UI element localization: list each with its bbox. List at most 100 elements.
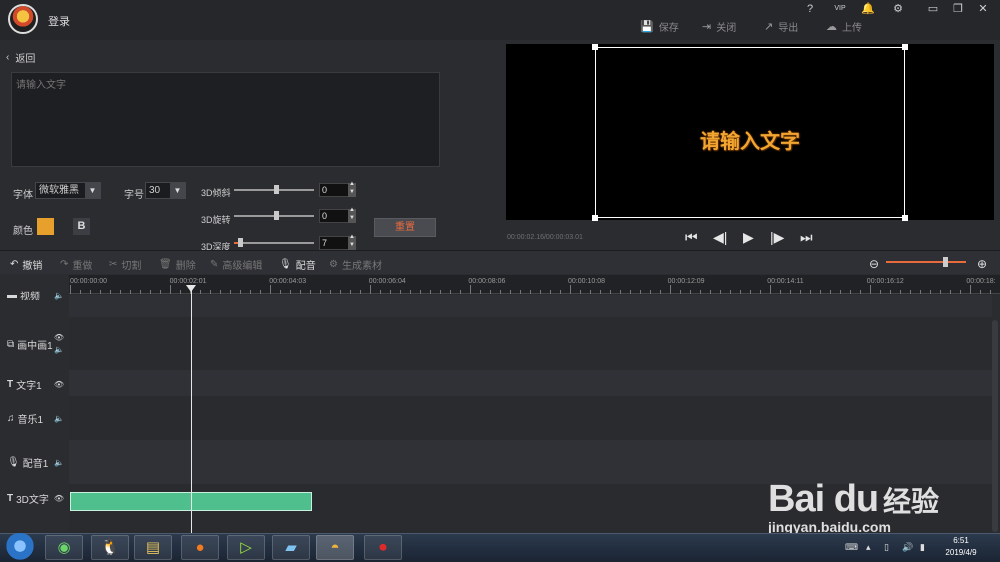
eye-icon[interactable]: 👁 xyxy=(54,494,64,503)
ruler-tick xyxy=(960,290,961,294)
font-label: 字体 xyxy=(13,190,33,201)
skip-end-icon[interactable]: ⏭ xyxy=(800,229,813,246)
gear-icon[interactable]: ⚙ xyxy=(888,2,908,16)
taskbar-app-player-icon[interactable]: ▷ xyxy=(227,535,265,560)
ruler-tick xyxy=(180,290,181,294)
playhead-line[interactable] xyxy=(191,286,192,533)
start-button[interactable] xyxy=(4,533,36,562)
export-button[interactable]: ↗ 导出 xyxy=(764,19,798,34)
taskbar-app-recorder-icon[interactable]: ⏺ xyxy=(364,535,402,560)
save-button[interactable]: 💾 保存 xyxy=(640,19,679,34)
color-swatch[interactable] xyxy=(37,218,54,235)
zoom-slider[interactable] xyxy=(886,261,966,263)
tilt-slider[interactable] xyxy=(234,185,314,194)
depth-value[interactable]: 7 xyxy=(319,236,349,250)
resize-handle[interactable] xyxy=(902,215,908,221)
rotate-slider[interactable] xyxy=(234,211,314,220)
system-clock[interactable]: 6:51 2019/4/9 xyxy=(938,535,984,559)
font-dropdown[interactable]: 微软雅黑 ▼ xyxy=(35,182,101,199)
taskbar-app-360-icon[interactable]: ◉ xyxy=(45,535,83,560)
zoom-in-icon[interactable]: ⊕ xyxy=(977,257,987,271)
ruler-tick xyxy=(390,290,391,294)
ruler-tick xyxy=(660,290,661,294)
restore-icon[interactable]: ❐ xyxy=(948,2,968,16)
rotate-slider-thumb[interactable] xyxy=(274,211,279,220)
zoom-slider-thumb[interactable] xyxy=(943,257,948,267)
ruler-tick-label: 00:00:08:06 xyxy=(468,278,506,285)
close-button[interactable]: ⇥ 关闭 xyxy=(702,19,736,34)
chevron-left-icon: ‹ xyxy=(6,52,10,63)
resize-handle[interactable] xyxy=(902,44,908,50)
ruler-tick xyxy=(270,285,271,294)
minimize-icon[interactable]: ▭ xyxy=(923,2,943,16)
login-link[interactable]: 登录 xyxy=(48,13,70,29)
close-window-icon[interactable]: ✕ xyxy=(973,2,993,16)
step-back-icon[interactable]: ◀| xyxy=(713,229,727,246)
vip-icon[interactable]: VIP xyxy=(830,2,850,16)
upload-icon: ☁ xyxy=(826,20,837,33)
ruler-tick xyxy=(940,290,941,294)
bold-button[interactable]: B xyxy=(73,218,90,235)
ruler-tick xyxy=(730,290,731,294)
taskbar-app-notes-icon[interactable]: ▰ xyxy=(272,535,310,560)
track-row-text[interactable] xyxy=(69,370,992,396)
eye-icon[interactable]: 👁 xyxy=(54,380,64,389)
network-icon[interactable]: ▮ xyxy=(920,542,925,553)
taskbar-app-folder-icon[interactable]: ▤ xyxy=(134,535,172,560)
keyboard-icon[interactable]: ⌨ xyxy=(845,542,858,553)
speaker-icon[interactable]: 🔈 xyxy=(54,345,64,354)
reset-button[interactable]: 重置 xyxy=(374,218,436,237)
rotate-stepper[interactable] xyxy=(348,207,356,223)
track-label-dub: 🎙 配音1 🔈 xyxy=(7,456,64,470)
undo-button[interactable]: ↶ 撤销 xyxy=(10,257,42,272)
ruler-tick xyxy=(450,290,451,294)
tilt-stepper[interactable] xyxy=(348,181,356,197)
dub-button[interactable]: 🎙 配音 xyxy=(279,257,316,272)
bell-icon[interactable]: 🔔 xyxy=(858,2,878,16)
redo-button[interactable]: ↷ 重做 xyxy=(60,257,92,272)
speaker-icon[interactable]: 🔈 xyxy=(54,291,64,300)
track-row-video[interactable] xyxy=(69,295,992,317)
taskbar-app-qq-icon[interactable]: 🐧 xyxy=(91,535,129,560)
depth-slider-thumb[interactable] xyxy=(238,238,243,247)
play-icon[interactable]: ▶ xyxy=(743,229,754,246)
taskbar-app-editor-icon[interactable]: ◓ xyxy=(316,535,354,560)
track-row-pip[interactable] xyxy=(69,317,992,370)
tilt-slider-thumb[interactable] xyxy=(274,185,279,194)
help-icon[interactable]: ? xyxy=(800,2,820,16)
playhead-marker[interactable] xyxy=(186,285,196,292)
zoom-out-icon[interactable]: ⊖ xyxy=(869,257,879,271)
upload-button[interactable]: ☁ 上传 xyxy=(826,19,862,34)
taskbar-app-firefox-icon[interactable]: ● xyxy=(181,535,219,560)
depth-stepper[interactable] xyxy=(348,234,356,250)
rotate-value[interactable]: 0 xyxy=(319,209,349,223)
eye-icon[interactable]: 👁 xyxy=(54,333,64,342)
resize-handle[interactable] xyxy=(592,215,598,221)
ruler-tick xyxy=(810,290,811,294)
cut-button[interactable]: ✂ 切割 xyxy=(109,257,141,272)
delete-button[interactable]: 🗑 删除 xyxy=(159,257,196,272)
back-button[interactable]: ‹ 返回 xyxy=(6,50,35,65)
ruler-tick-label: 00:00:12:09 xyxy=(667,278,705,285)
chevron-up-icon[interactable]: ▴ xyxy=(866,542,871,553)
timeline-scrollbar[interactable] xyxy=(992,320,998,532)
text-input[interactable] xyxy=(11,72,440,167)
track-row-music[interactable] xyxy=(69,396,992,440)
size-dropdown[interactable]: 30 ▼ xyxy=(145,182,186,199)
tilt-value[interactable]: 0 xyxy=(319,183,349,197)
generate-button[interactable]: ⚙ 生成素材 xyxy=(329,257,382,272)
advanced-edit-button[interactable]: ✎ 高级编辑 xyxy=(210,257,262,272)
depth-slider[interactable] xyxy=(234,238,314,247)
ruler-tick xyxy=(830,290,831,294)
battery-icon[interactable]: ▯ xyxy=(884,542,889,553)
ruler-tick xyxy=(110,290,111,294)
skip-start-icon[interactable]: ⏮ xyxy=(685,229,698,246)
speaker-icon[interactable]: 🔈 xyxy=(54,458,64,467)
speaker-icon[interactable]: 🔈 xyxy=(54,414,64,423)
resize-handle[interactable] xyxy=(592,44,598,50)
ruler-tick xyxy=(130,290,131,294)
step-forward-icon[interactable]: |▶ xyxy=(770,229,784,246)
ruler-tick-label: 00:00:04:03 xyxy=(269,278,307,285)
ruler-tick xyxy=(460,290,461,294)
volume-icon[interactable]: 🔊 xyxy=(902,542,913,553)
